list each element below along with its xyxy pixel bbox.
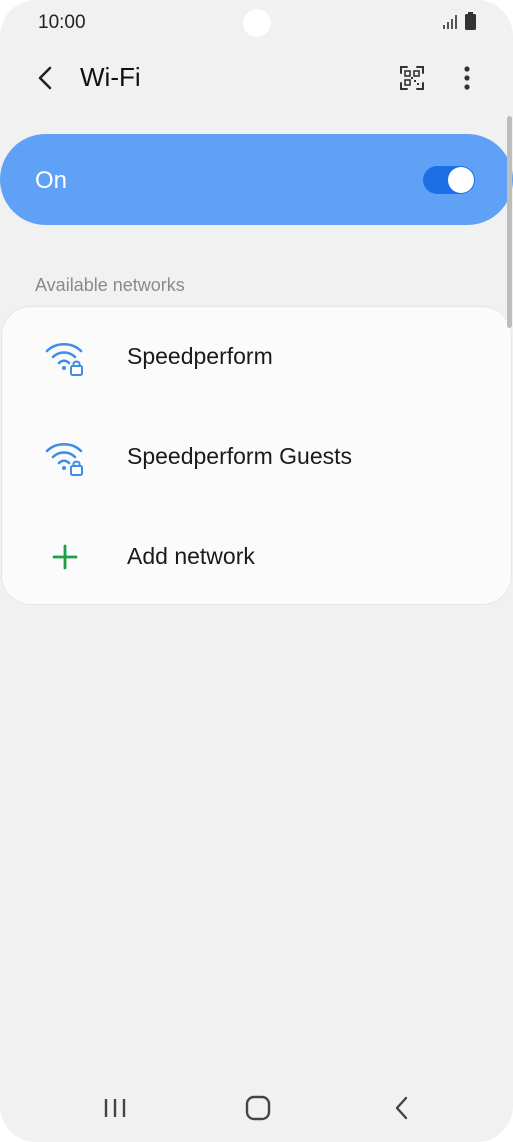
phone-screen: 10:00 Wi-Fi On Available networks Speedp… — [0, 0, 513, 1142]
wifi-locked-icon — [45, 442, 83, 476]
available-networks-label: Available networks — [35, 275, 185, 295]
network-item-speedperform-guests[interactable]: Speedperform Guests — [2, 407, 513, 507]
battery-icon — [465, 12, 476, 30]
plus-icon — [52, 544, 78, 570]
qr-code-button[interactable] — [396, 62, 428, 94]
network-name: Speedperform Guests — [127, 443, 353, 469]
back-button[interactable] — [28, 58, 64, 98]
status-time: 10:00 — [38, 12, 86, 33]
master-toggle-label: On — [35, 167, 68, 194]
home-icon — [245, 1095, 271, 1121]
nav-back-button[interactable] — [386, 1092, 418, 1124]
status-bar: 10:00 — [0, 0, 513, 48]
camera-cutout — [243, 9, 271, 37]
signal-icon — [443, 15, 457, 29]
network-name: Speedperform — [127, 343, 273, 369]
app-header: Wi-Fi — [0, 48, 513, 108]
recent-apps-icon — [104, 1099, 126, 1117]
wifi-master-toggle[interactable]: On — [0, 134, 513, 225]
more-vertical-icon — [464, 66, 470, 90]
add-network-label: Add network — [127, 543, 255, 569]
back-icon — [395, 1096, 408, 1120]
more-options-button[interactable] — [452, 62, 482, 94]
network-item-speedperform[interactable]: Speedperform — [2, 307, 513, 407]
qr-code-scan-icon — [400, 66, 424, 90]
switch-knob — [448, 167, 474, 193]
home-button[interactable] — [242, 1092, 274, 1124]
network-list: Speedperform Speedperform Guests Add net… — [1, 306, 512, 605]
recent-apps-button[interactable] — [99, 1092, 131, 1124]
wifi-locked-icon — [45, 342, 83, 376]
page-title: Wi-Fi — [80, 62, 141, 92]
navigation-bar — [0, 1078, 513, 1138]
scrollbar[interactable] — [507, 116, 512, 328]
wifi-switch[interactable] — [423, 166, 475, 194]
chevron-left-icon — [38, 66, 52, 90]
add-network-button[interactable]: Add network — [2, 507, 513, 607]
